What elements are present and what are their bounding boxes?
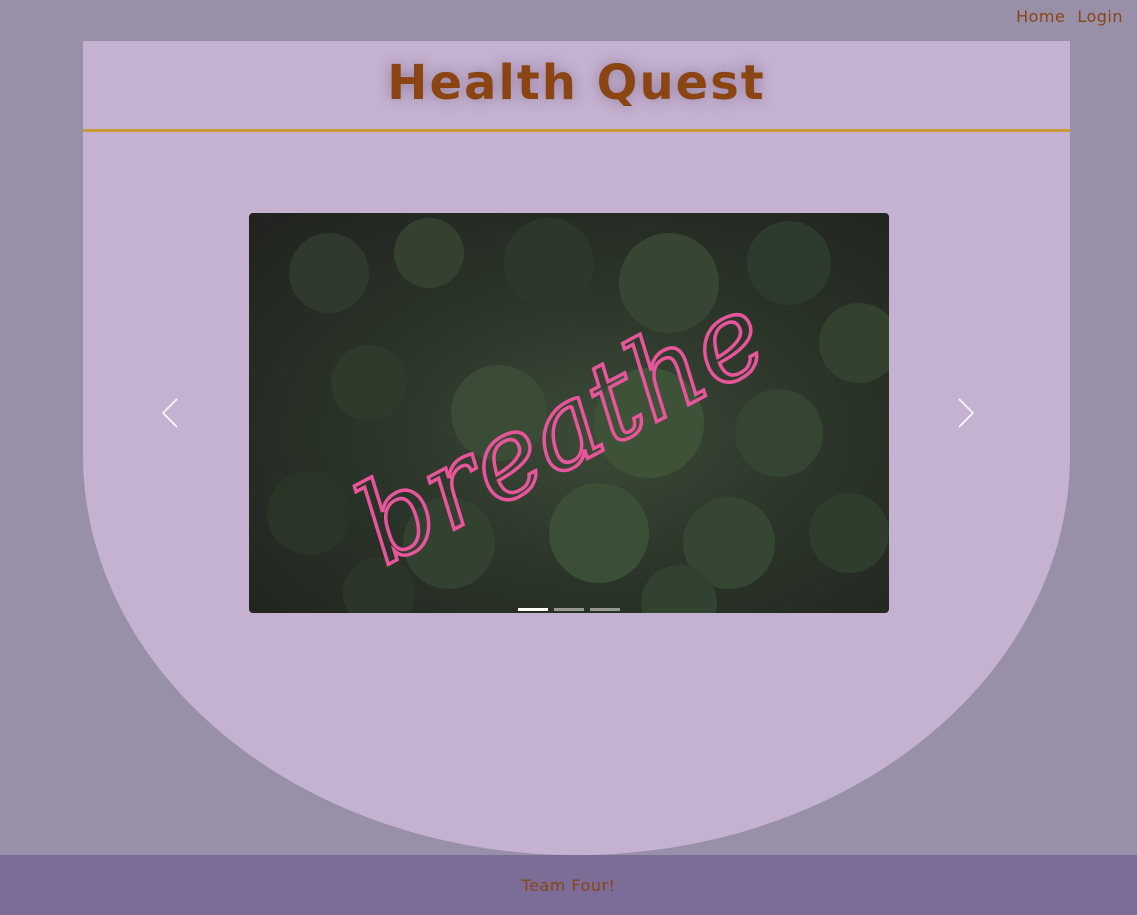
carousel-indicator-1[interactable]: [518, 608, 548, 611]
footer-text: Team Four!: [521, 875, 616, 895]
chevron-right-icon: [958, 398, 975, 428]
site-footer: Team Four!: [0, 855, 1137, 915]
top-navigation: Home Login: [1016, 0, 1123, 33]
carousel-indicator-3[interactable]: [590, 608, 620, 611]
carousel-next-button[interactable]: [945, 393, 985, 433]
carousel-slide-image: breathe: [267, 218, 889, 613]
carousel-indicators: [249, 608, 889, 611]
carousel-prev-button[interactable]: [151, 393, 191, 433]
image-carousel: breathe: [249, 213, 889, 613]
site-header: Health Quest: [83, 41, 1070, 132]
site-title: Health Quest: [387, 55, 766, 111]
nav-login-link[interactable]: Login: [1077, 7, 1123, 26]
nav-home-link[interactable]: Home: [1016, 7, 1065, 26]
carousel-indicator-2[interactable]: [554, 608, 584, 611]
chevron-left-icon: [161, 398, 178, 428]
main-panel: Health Quest breathe: [83, 41, 1070, 855]
